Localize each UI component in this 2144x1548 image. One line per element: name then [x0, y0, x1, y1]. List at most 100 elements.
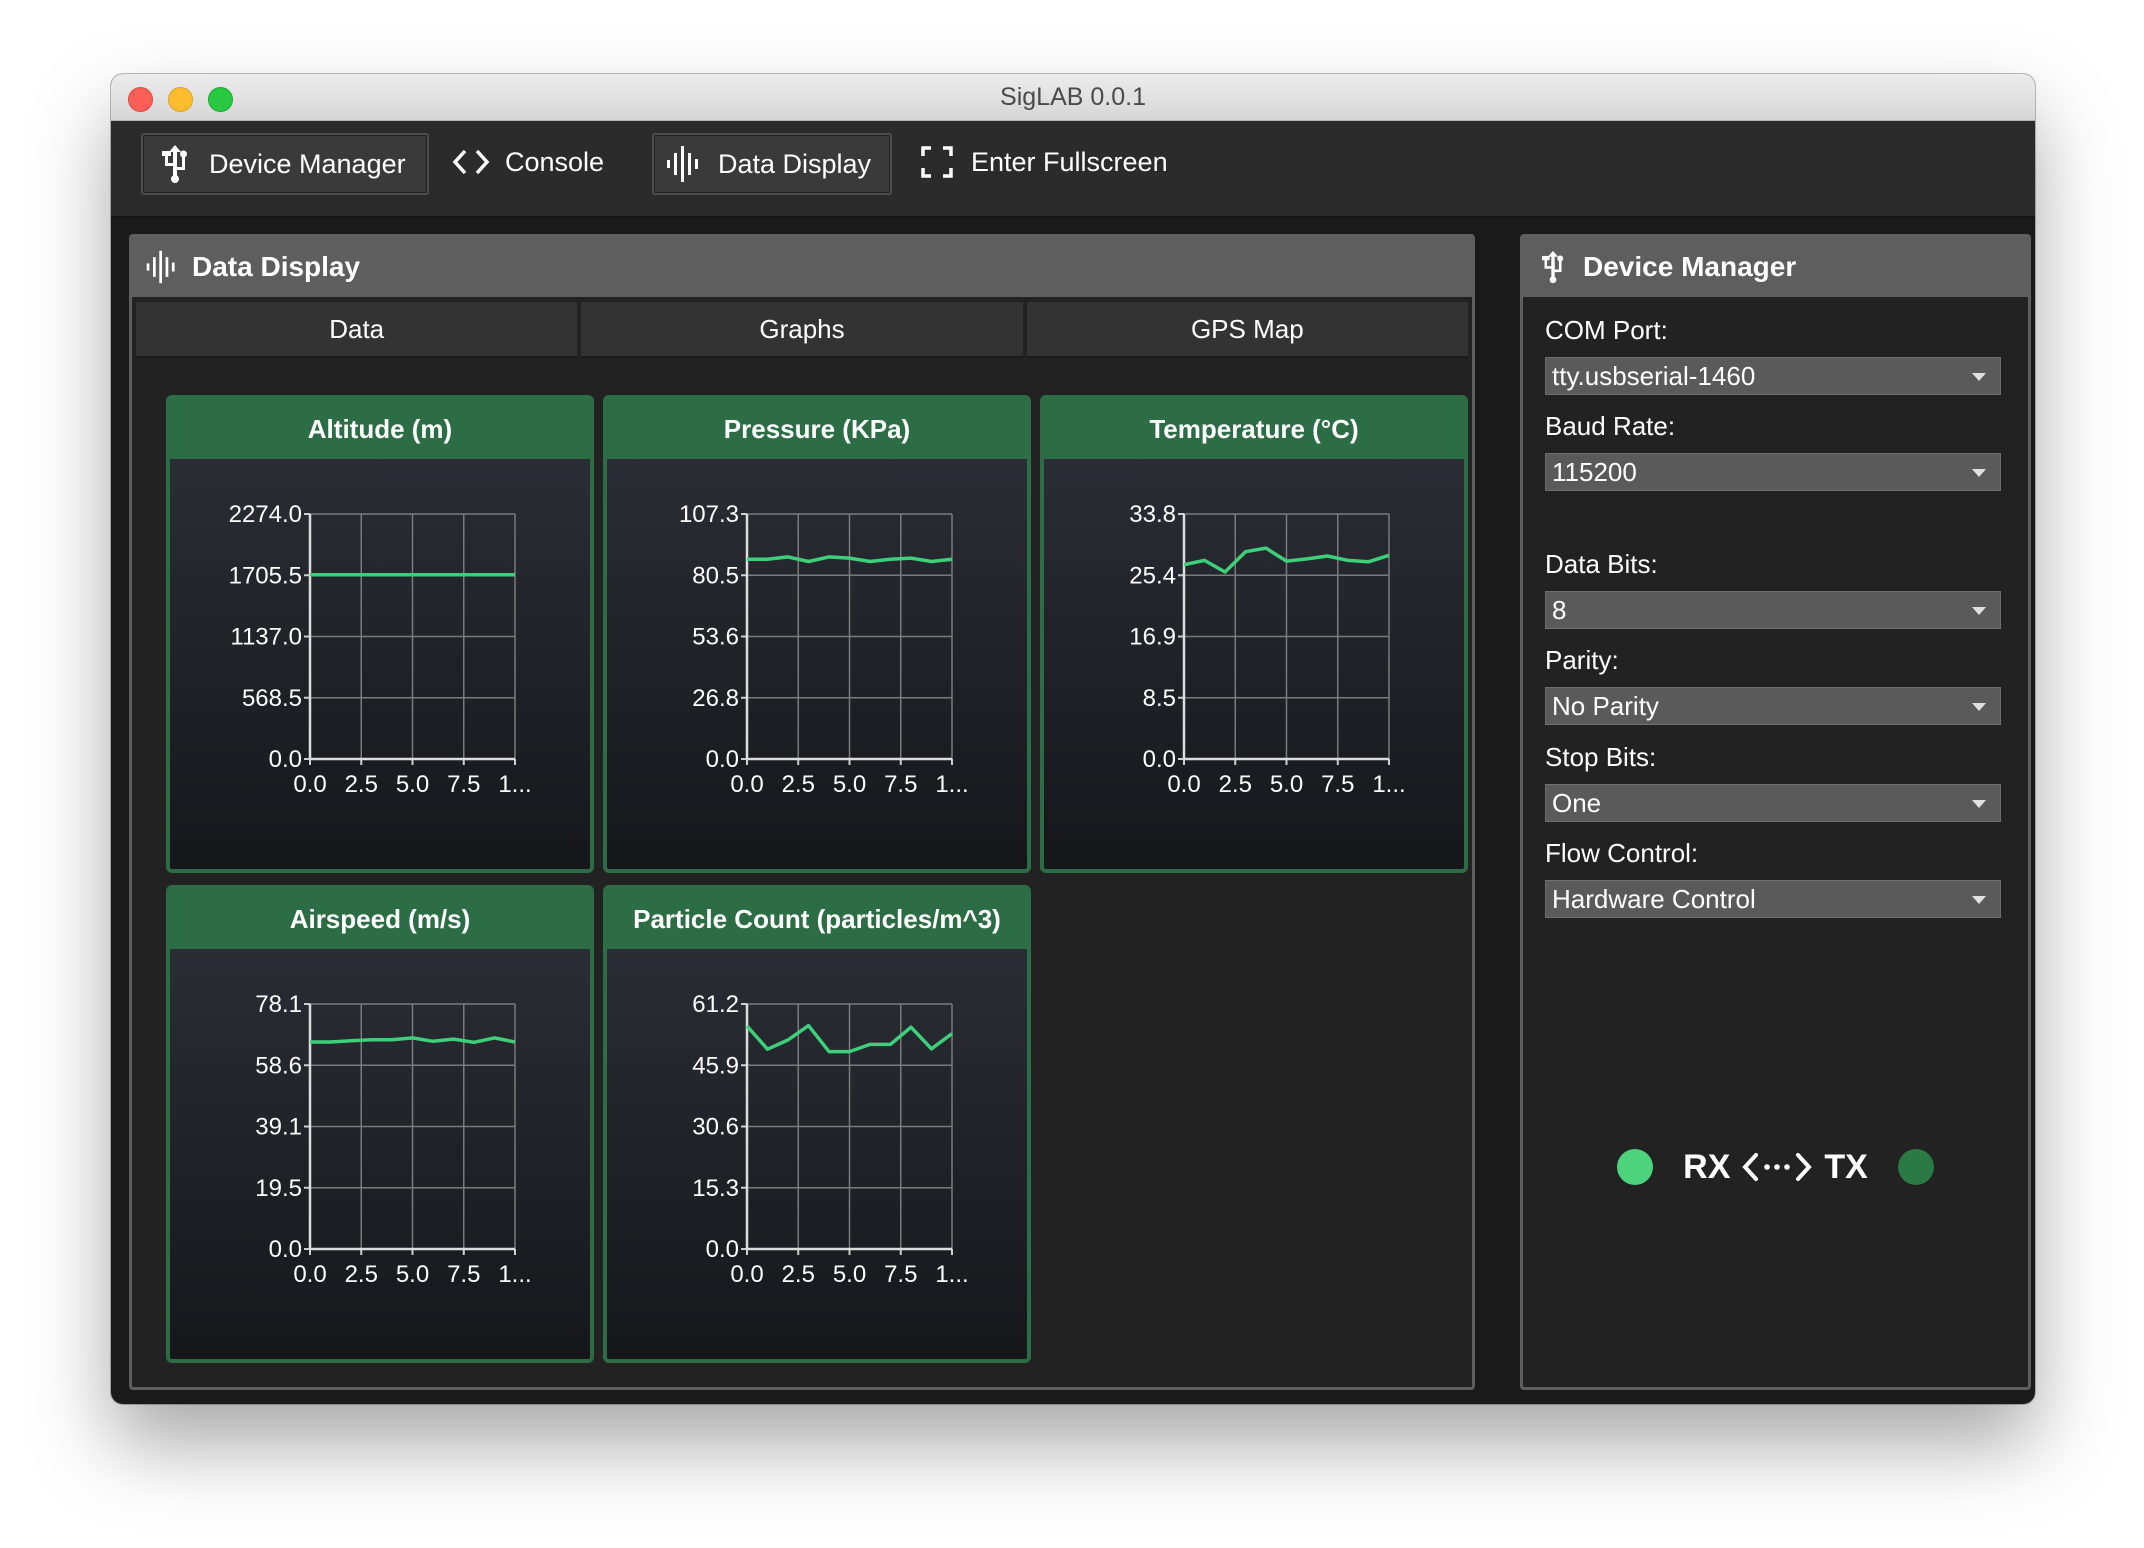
chevron-down-icon	[1972, 607, 1986, 615]
x-tick-label: 7.5	[1321, 771, 1354, 798]
x-tick-label: 5.0	[833, 771, 866, 798]
x-tick-label: 5.0	[396, 1261, 429, 1288]
tx-indicator	[1897, 1149, 1934, 1185]
fullscreen-button[interactable]: Enter Fullscreen	[917, 133, 1197, 191]
flow-control-select[interactable]: Hardware Control	[1545, 880, 2001, 918]
y-tick-label: 568.5	[242, 685, 302, 712]
y-tick-label: 45.9	[692, 1052, 739, 1079]
y-tick-label: 0.0	[269, 1236, 302, 1263]
data-bits-select[interactable]: 8	[1545, 591, 2001, 629]
usb-icon	[155, 144, 195, 184]
chart-card-particle-count: Particle Count (particles/m^3) 61.2 45.9 3…	[603, 885, 1031, 1363]
x-tick-label: 1...	[935, 771, 968, 798]
chevron-down-icon	[1972, 800, 1986, 808]
y-tick-label: 16.9	[1129, 624, 1176, 651]
chart-card-temperature: Temperature (°C) 33.8 25.4 16.9 8.5 0.0 0.0 2.…	[1040, 395, 1468, 873]
y-tick-label: 19.5	[255, 1175, 302, 1202]
console-label: Console	[505, 146, 605, 177]
x-tick-label: 5.0	[396, 771, 429, 798]
baud-rate-value: 115200	[1552, 456, 1637, 487]
transfer-arrows-icon	[1742, 1147, 1813, 1187]
waveform-icon	[142, 247, 182, 287]
chevron-down-icon	[1972, 896, 1986, 904]
airspeed-chart: 78.1 58.6 39.1 19.5 0.00.0 2.5 5.0 7.5 1...	[255, 991, 531, 1288]
x-tick-label: 2.5	[782, 1261, 815, 1288]
data-bits-label: Data Bits:	[1545, 549, 1658, 579]
tab-data[interactable]: Data	[136, 302, 578, 358]
y-tick-label: 8.5	[1143, 685, 1176, 712]
window-title: SigLAB 0.0.1	[1000, 83, 1146, 111]
x-tick-label: 1...	[498, 771, 531, 798]
x-tick-label: 5.0	[1270, 771, 1303, 798]
parity-select[interactable]: No Parity	[1545, 687, 2001, 725]
com-port-value: tty.usbserial-1460	[1552, 360, 1756, 391]
y-tick-label: 78.1	[255, 991, 302, 1018]
y-tick-label: 107.3	[679, 501, 739, 528]
data-display-tabs: Data Graphs GPS Map	[136, 302, 1468, 358]
chart-title: Airspeed (m/s)	[170, 889, 590, 949]
chart-title: Altitude (m)	[170, 399, 590, 459]
device-manager-button[interactable]: Device Manager	[141, 133, 429, 195]
data-display-panel-header: Data Display	[132, 237, 1472, 297]
x-tick-label: 2.5	[1219, 771, 1252, 798]
device-manager-panel-header: Device Manager	[1523, 237, 2028, 297]
chevron-down-icon	[1972, 469, 1986, 477]
parity-value: No Parity	[1552, 690, 1659, 721]
y-tick-label: 1705.5	[229, 562, 302, 589]
chart-title: Pressure (KPa)	[607, 399, 1027, 459]
chart-card-altitude: Altitude (m) 2274.0 1705.5 1137.0 568.5 0.0 0…	[166, 395, 594, 873]
y-tick-label: 0.0	[269, 746, 302, 773]
com-port-select[interactable]: tty.usbserial-1460	[1545, 357, 2001, 395]
fullscreen-label: Enter Fullscreen	[971, 146, 1168, 177]
stop-bits-value: One	[1552, 787, 1602, 818]
stop-bits-label: Stop Bits:	[1545, 742, 1657, 772]
x-tick-label: 2.5	[345, 771, 378, 798]
toolbar: Device Manager Console Data Display Ente…	[111, 121, 2035, 218]
rx-label: RX	[1683, 1147, 1731, 1186]
rx-tx-status: RX TX	[1523, 1137, 2028, 1197]
tab-graphs[interactable]: Graphs	[581, 302, 1023, 358]
data-display-panel-title: Data Display	[192, 251, 361, 282]
y-tick-label: 0.0	[706, 746, 739, 773]
x-tick-label: 0.0	[1167, 771, 1200, 798]
chevron-down-icon	[1972, 703, 1986, 711]
y-tick-label: 1137.0	[230, 624, 302, 651]
tab-gps-map[interactable]: GPS Map	[1026, 302, 1468, 358]
parity-label: Parity:	[1545, 645, 1619, 675]
console-button[interactable]: Console	[451, 133, 611, 191]
data-display-button[interactable]: Data Display	[652, 133, 892, 195]
title-bar: SigLAB 0.0.1	[111, 74, 2035, 121]
device-manager-label: Device Manager	[209, 148, 406, 179]
particle-count-chart: 61.2 45.9 30.6 15.3 0.00.0 2.5 5.0 7.5 1...	[692, 991, 968, 1288]
x-tick-label: 1...	[498, 1261, 531, 1288]
x-tick-label: 2.5	[782, 771, 815, 798]
x-tick-label: 7.5	[884, 1261, 917, 1288]
baud-rate-select[interactable]: 115200	[1545, 453, 2001, 491]
y-tick-label: 53.6	[692, 624, 739, 651]
y-tick-label: 2274.0	[229, 501, 302, 528]
y-tick-label: 15.3	[692, 1175, 739, 1202]
device-manager-panel: Device Manager COM Port: tty.usbserial-1…	[1520, 234, 2031, 1390]
rx-indicator	[1617, 1149, 1654, 1185]
baud-rate-label: Baud Rate:	[1545, 411, 1676, 441]
x-tick-label: 1...	[935, 1261, 968, 1288]
stop-bits-select[interactable]: One	[1545, 784, 2001, 822]
x-tick-label: 7.5	[884, 771, 917, 798]
chart-card-pressure: Pressure (KPa) 107.3 80.5 53.6 26.8 0.0 0.0 2.…	[603, 395, 1031, 873]
y-tick-label: 0.0	[1143, 746, 1176, 773]
chevron-down-icon	[1972, 373, 1986, 381]
chart-card-airspeed: Airspeed (m/s) 78.1 58.6 39.1 19.5 0.0 0.0 2.5…	[166, 885, 594, 1363]
x-tick-label: 5.0	[833, 1261, 866, 1288]
flow-control-label: Flow Control:	[1545, 838, 1699, 868]
y-tick-label: 39.1	[255, 1114, 302, 1141]
waveform-icon	[664, 144, 704, 184]
y-tick-label: 80.5	[692, 562, 739, 589]
flow-control-value: Hardware Control	[1552, 883, 1756, 914]
fullscreen-icon	[917, 142, 957, 182]
y-tick-label: 26.8	[692, 685, 739, 712]
data-bits-value: 8	[1552, 594, 1567, 625]
temperature-chart: 33.8 25.4 16.9 8.5 0.00.0 2.5 5.0 7.5 1...	[1129, 501, 1405, 798]
x-tick-label: 1...	[1372, 771, 1405, 798]
x-tick-label: 0.0	[730, 771, 763, 798]
app-window: SigLAB 0.0.1 Device Manager Console Data…	[111, 74, 2035, 1404]
